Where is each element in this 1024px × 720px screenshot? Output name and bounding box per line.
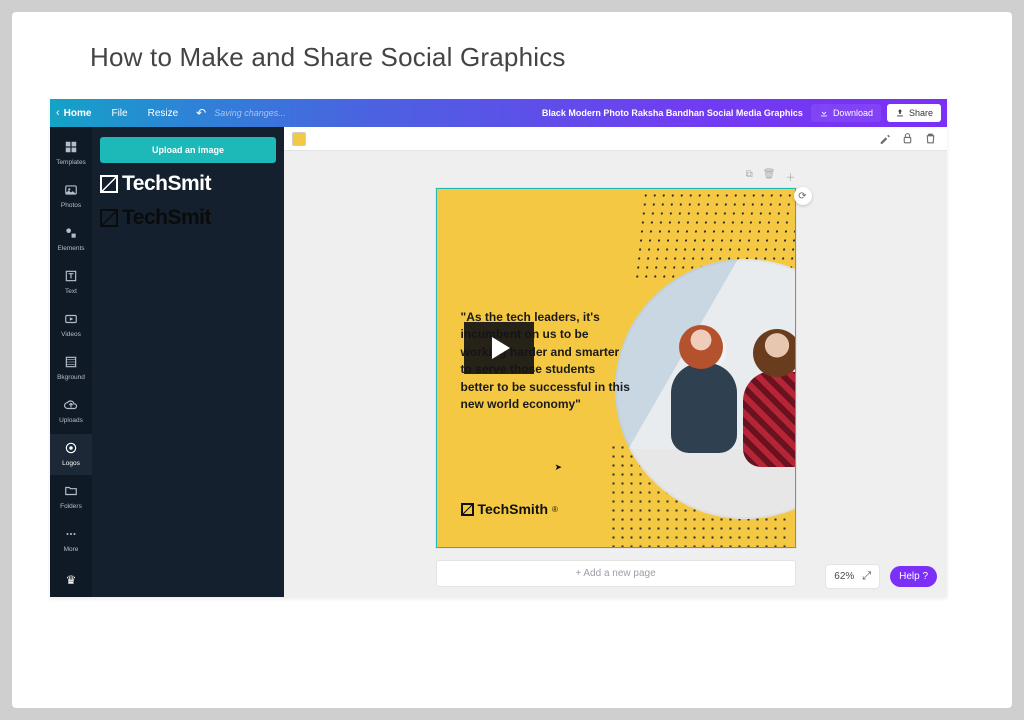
logo-asset-label: TechSmit	[122, 206, 211, 230]
folders-icon	[63, 483, 79, 499]
canvas-area: ⧉ 🗑 ＋ "As the tech leaders,	[284, 127, 947, 597]
logo-asset-dark[interactable]: TechSmit	[100, 205, 276, 231]
techsmith-logo: TechSmith®	[461, 501, 558, 517]
rail-more[interactable]: More	[50, 520, 92, 561]
rail-label: Elements	[57, 245, 84, 252]
document-title[interactable]: Black Modern Photo Raksha Bandhan Social…	[542, 108, 811, 118]
rail-bkground[interactable]: Bkground	[50, 348, 92, 389]
share-label: Share	[909, 108, 933, 118]
context-toolbar	[284, 127, 947, 151]
help-button[interactable]: Help ?	[890, 566, 937, 587]
stage: ⧉ 🗑 ＋ "As the tech leaders,	[284, 151, 947, 597]
rail-text[interactable]: Text	[50, 262, 92, 303]
techsmith-mark-icon	[100, 209, 118, 227]
logos-icon	[63, 440, 79, 456]
status-bar: 62% ⤢ Help ?	[825, 564, 937, 589]
videos-icon	[63, 311, 79, 327]
undo-icon[interactable]: ↶	[196, 106, 206, 120]
logo-asset-white[interactable]: TechSmit	[100, 171, 276, 197]
cursor-icon: ➤	[555, 462, 563, 473]
fill-color-swatch[interactable]	[292, 132, 306, 146]
duplicate-page-icon[interactable]: ⧉	[746, 169, 753, 184]
rail-photos[interactable]: Photos	[50, 176, 92, 217]
rotate-handle[interactable]: ⟳	[794, 187, 812, 205]
download-label: Download	[833, 108, 873, 118]
logos-panel: Upload an image TechSmit TechSmit ◂	[92, 127, 284, 597]
zoom-control[interactable]: 62% ⤢	[825, 564, 880, 589]
zoom-value: 62%	[834, 571, 854, 582]
more-icon	[63, 526, 79, 542]
rail-label: More	[64, 546, 79, 553]
page-title: How to Make and Share Social Graphics	[90, 42, 1012, 73]
rail-label: Photos	[61, 202, 81, 209]
logo-asset-label: TechSmit	[122, 172, 211, 196]
rail-label: Text	[65, 288, 77, 295]
rail-templates[interactable]: Templates	[50, 133, 92, 174]
templates-icon	[63, 139, 79, 155]
page-mini-toolbar: ⧉ 🗑 ＋	[436, 169, 796, 184]
share-icon	[895, 108, 905, 118]
left-tool-rail: Templates Photos Elements Text	[50, 127, 92, 597]
rail-label: Videos	[61, 331, 81, 338]
save-status: Saving changes...	[214, 108, 286, 118]
rail-uploads[interactable]: Uploads	[50, 391, 92, 432]
resize-menu[interactable]: Resize	[138, 108, 189, 119]
share-button[interactable]: Share	[887, 104, 941, 122]
home-button[interactable]: Home	[62, 108, 102, 119]
top-menu-bar: ‹ Home File Resize ↶ Saving changes... B…	[50, 99, 947, 127]
fullscreen-icon[interactable]: ⤢	[862, 570, 871, 583]
lock-icon[interactable]	[901, 132, 914, 145]
video-play-button[interactable]	[464, 322, 534, 374]
magic-icon[interactable]	[878, 132, 891, 145]
rail-label: Folders	[60, 503, 82, 510]
photos-icon	[63, 182, 79, 198]
techsmith-mark-icon	[461, 503, 474, 516]
techsmith-mark-icon	[100, 175, 118, 193]
rail-elements[interactable]: Elements	[50, 219, 92, 260]
upload-image-button[interactable]: Upload an image	[100, 137, 276, 163]
editor-app: ‹ Home File Resize ↶ Saving changes... B…	[50, 99, 947, 597]
uploads-icon	[63, 397, 79, 413]
background-icon	[63, 354, 79, 370]
elements-icon	[63, 225, 79, 241]
upgrade-crown-icon[interactable]: ♛	[66, 573, 77, 587]
circular-photo	[615, 259, 796, 519]
rail-videos[interactable]: Videos	[50, 305, 92, 346]
add-page-icon[interactable]: ＋	[786, 169, 796, 184]
download-button[interactable]: Download	[811, 104, 881, 122]
trash-icon[interactable]	[924, 132, 937, 145]
delete-page-icon[interactable]: 🗑	[763, 169, 776, 184]
rail-label: Templates	[56, 159, 86, 166]
rail-label: Bkground	[57, 374, 85, 381]
rail-label: Logos	[62, 460, 80, 467]
text-icon	[63, 268, 79, 284]
file-menu[interactable]: File	[101, 108, 137, 119]
rail-folders[interactable]: Folders	[50, 477, 92, 518]
add-new-page-button[interactable]: + Add a new page	[436, 560, 796, 587]
rail-logos[interactable]: Logos	[50, 434, 92, 475]
brand-label: TechSmith	[478, 501, 549, 517]
rail-label: Uploads	[59, 417, 83, 424]
download-icon	[819, 108, 829, 118]
back-chevron-icon[interactable]: ‹	[56, 107, 60, 119]
